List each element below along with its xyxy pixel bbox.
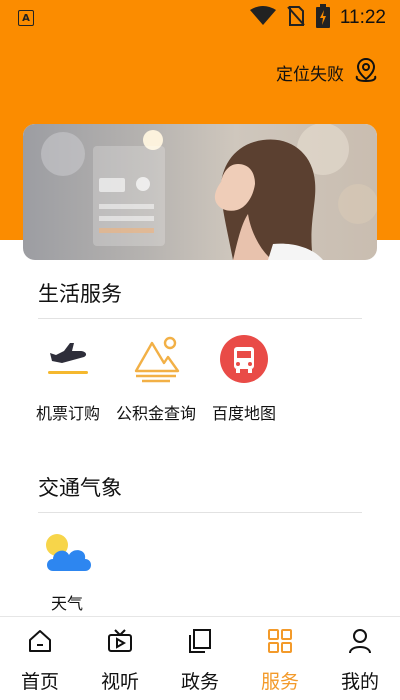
service-weather[interactable]: 天气 [38,527,96,614]
life-services-section: 生活服务 机票订购 公积金查询 百度地图 [36,278,362,424]
tab-label: 政务 [180,671,219,693]
location-text: 定位失败 [276,64,344,85]
service-grid: 机票订购 公积金查询 百度地图 [36,333,362,424]
service-label: 百度地图 [211,404,276,423]
traffic-weather-section: 交通气象 天气 [38,472,362,614]
service-grid: 天气 [38,527,362,614]
bottom-navigation: 首页 视听 政务 服务 我的 [0,616,400,700]
service-flight-booking[interactable]: 机票订购 [24,333,112,424]
tab-government[interactable]: 政务 [160,617,240,700]
grid-icon [266,627,294,659]
mountain-sun-icon [130,333,182,385]
status-time: 11:22 [339,7,386,28]
user-icon [346,627,374,659]
battery-charging-icon [315,4,330,32]
tab-label: 视听 [100,671,139,693]
home-icon [26,627,54,659]
no-sim-icon [286,5,306,31]
app-notification-icon: A [18,10,34,26]
weather-banner[interactable] [23,124,377,260]
service-label: 天气 [50,594,83,613]
airplane-icon [42,333,94,385]
tab-media[interactable]: 视听 [80,617,160,700]
tab-label: 我的 [340,671,379,693]
section-title: 生活服务 [38,278,362,319]
location-status[interactable]: 定位失败 [276,56,380,88]
service-label: 公积金查询 [116,404,197,423]
service-housing-fund[interactable]: 公积金查询 [112,333,200,424]
status-bar: A 11:22 [0,0,400,36]
tv-icon [106,627,134,659]
banner-illustration [41,124,377,260]
service-label: 机票订购 [35,404,100,423]
bus-icon [218,333,270,385]
map-pin-icon [352,56,380,88]
tab-profile[interactable]: 我的 [320,617,400,700]
section-title: 交通气象 [38,472,362,513]
service-baidu-map[interactable]: 百度地图 [200,333,288,424]
tab-services[interactable]: 服务 [240,617,320,700]
tab-label: 服务 [260,671,299,693]
weather-cloud-sun-icon [41,527,93,579]
tab-label: 首页 [20,671,59,693]
copy-icon [186,627,214,659]
wifi-icon [249,6,276,30]
tab-home[interactable]: 首页 [0,617,80,700]
